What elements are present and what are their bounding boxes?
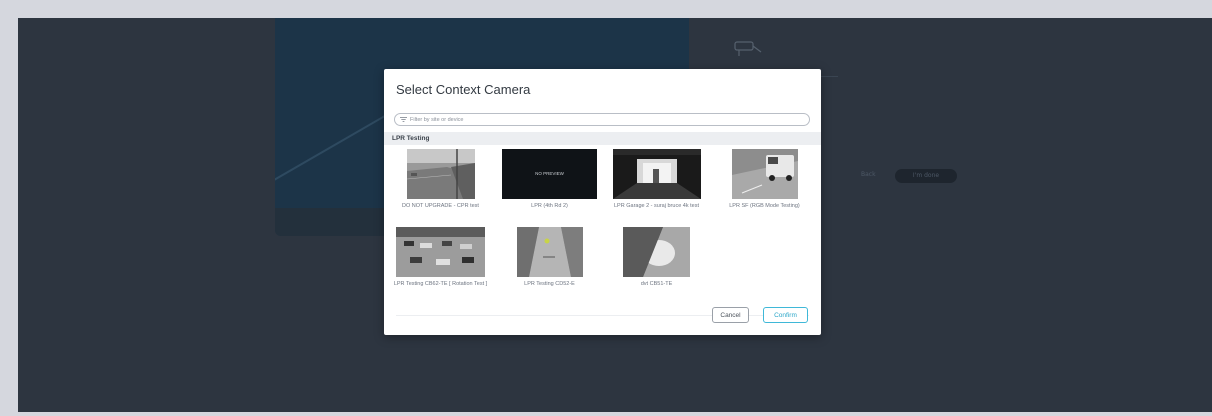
group-header: LPR Testing: [384, 132, 821, 145]
camera-tile[interactable]: LPR Testing CD52-E: [495, 227, 604, 288]
select-context-camera-modal: Select Context Camera LPR Testing DO NOT…: [384, 69, 821, 335]
done-button[interactable]: I'm done: [895, 169, 957, 183]
camera-thumbnail: [406, 149, 475, 199]
camera-name: LPR (4th Rd 2): [531, 203, 568, 209]
camera-tile[interactable]: LPR Testing CB62-TE [ Rotation Test ]: [386, 227, 495, 288]
filter-bar[interactable]: [394, 113, 810, 126]
camera-thumbnail: [612, 149, 701, 199]
filter-input[interactable]: [410, 116, 790, 123]
camera-name: LPR Testing CD52-E: [524, 281, 575, 287]
camera-tile[interactable]: LPR Garage 2 - suraj bruce 4k test: [602, 149, 711, 210]
camera-thumbnail: [623, 227, 690, 277]
back-link[interactable]: Back: [861, 171, 876, 178]
camera-thumbnail: NO PREVIEW: [502, 149, 597, 199]
camera-tile[interactable]: LPR SF (RGB Mode Testing): [710, 149, 819, 210]
camera-name: LPR Testing CB62-TE [ Rotation Test ]: [393, 281, 488, 287]
camera-name: dvt CB51-TE: [640, 281, 673, 287]
camera-thumbnail: [516, 227, 583, 277]
camera-name: LPR SF (RGB Mode Testing): [729, 203, 800, 209]
camera-thumbnail: [396, 227, 485, 277]
camera-tile[interactable]: NO PREVIEW LPR (4th Rd 2): [495, 149, 604, 210]
camera-tile[interactable]: DO NOT UPGRADE - CPR test: [386, 149, 495, 210]
camera-name: DO NOT UPGRADE - CPR test: [402, 203, 479, 209]
camera-grid: DO NOT UPGRADE - CPR test NO PREVIEW LPR…: [384, 147, 821, 299]
camera-tile[interactable]: dvt CB51-TE: [602, 227, 711, 288]
camera-icon: [734, 41, 762, 56]
camera-thumbnail: [731, 149, 798, 199]
camera-name: LPR Garage 2 - suraj bruce 4k test: [614, 203, 699, 209]
cancel-button[interactable]: Cancel: [712, 307, 749, 323]
filter-icon: [400, 117, 407, 122]
modal-title: Select Context Camera: [396, 82, 531, 97]
confirm-button[interactable]: Confirm: [763, 307, 808, 323]
